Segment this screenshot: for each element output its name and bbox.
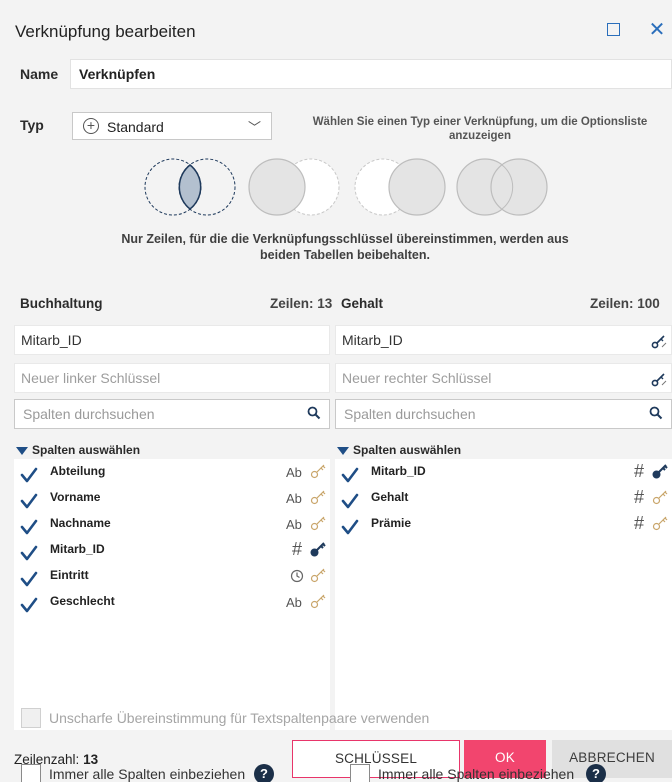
checkmark-icon[interactable]: [20, 571, 38, 587]
name-label: Name: [20, 66, 59, 82]
key-icon[interactable]: [310, 463, 326, 479]
key-icon[interactable]: [310, 489, 326, 505]
column-name: Nachname: [50, 516, 111, 530]
join-description: Nur Zeilen, für die die Verknüpfungsschl…: [121, 232, 569, 262]
help-icon[interactable]: ?: [254, 764, 274, 782]
include-all-left-checkbox[interactable]: [21, 764, 41, 782]
checkmark-icon[interactable]: [20, 493, 38, 509]
chevron-down-icon: ﹀: [247, 120, 261, 135]
full-join-icon[interactable]: [454, 156, 550, 218]
left-search-placeholder: Spalten durchsuchen: [23, 406, 155, 422]
join-type-value: Standard: [107, 119, 164, 135]
plus-circle-icon: +: [83, 118, 99, 134]
fuzzy-match-checkbox: [21, 708, 41, 728]
column-name: Vorname: [50, 490, 101, 504]
right-key-field[interactable]: Mitarb_ID: [335, 325, 672, 355]
include-all-left-label: Immer alle Spalten einbeziehen: [49, 766, 246, 782]
left-key-field[interactable]: Mitarb_ID: [14, 325, 330, 355]
column-name: Prämie: [371, 516, 412, 530]
checkmark-icon[interactable]: [341, 493, 359, 509]
column-row[interactable]: Nachname Ab: [14, 515, 330, 541]
right-new-key-placeholder: Neuer rechter Schlüssel: [342, 370, 492, 386]
right-column-search[interactable]: Spalten durchsuchen: [335, 399, 672, 429]
column-row[interactable]: Mitarb_ID #: [14, 539, 330, 567]
text-type-icon: Ab: [286, 465, 302, 480]
include-all-right-label: Immer alle Spalten einbeziehen: [378, 766, 575, 782]
key-icon[interactable]: [310, 515, 326, 531]
join-type-hint: Wählen Sie einen Typ einer Verknüpfung, …: [312, 116, 648, 142]
right-columns-panel: Spalten auswählen Mitarb_ID # Gehalt # Prämi…: [335, 441, 672, 755]
checkmark-icon[interactable]: [20, 597, 38, 613]
name-input[interactable]: Verknüpfen: [70, 59, 672, 89]
column-row[interactable]: Gehalt #: [335, 487, 672, 515]
number-type-icon: #: [292, 539, 303, 559]
column-name: Eintritt: [50, 568, 89, 582]
right-new-key-field[interactable]: Neuer rechter Schlüssel: [335, 363, 672, 393]
column-row[interactable]: Vorname Ab: [14, 489, 330, 515]
fuzzy-match-label: Unscharfe Übereinstimmung für Textspalte…: [49, 710, 430, 726]
title-bar: Verknüpfung bearbeiten ✕: [0, 0, 672, 58]
remove-key-icon[interactable]: [651, 371, 667, 387]
column-name: Abteilung: [50, 464, 106, 478]
text-type-icon: Ab: [286, 595, 302, 610]
left-row-count: Zeilen: 13: [270, 296, 333, 311]
column-row[interactable]: Abteilung Ab: [14, 463, 330, 489]
dialog-title: Verknüpfung bearbeiten: [15, 22, 196, 41]
right-join-icon[interactable]: [352, 156, 448, 218]
column-row[interactable]: Prämie #: [335, 513, 672, 541]
column-row[interactable]: Eintritt: [14, 567, 330, 593]
number-type-icon: #: [634, 487, 645, 507]
collapse-triangle-icon: [337, 446, 349, 455]
left-select-columns-label: Spalten auswählen: [32, 443, 141, 457]
text-type-icon: Ab: [286, 517, 302, 532]
maximize-button[interactable]: [603, 19, 625, 41]
column-row[interactable]: Mitarb_ID #: [335, 461, 672, 489]
column-row[interactable]: Geschlecht Ab: [14, 593, 330, 619]
right-select-columns-toggle[interactable]: Spalten auswählen: [335, 443, 461, 457]
key-active-icon[interactable]: [652, 463, 668, 479]
right-select-columns-label: Spalten auswählen: [353, 443, 462, 457]
right-key-value: Mitarb_ID: [342, 332, 403, 348]
column-name: Mitarb_ID: [50, 542, 105, 556]
left-columns-panel: Spalten auswählen Abteilung Ab Vorname Ab Na…: [14, 441, 330, 755]
maximize-icon: [607, 23, 620, 36]
right-row-count: Zeilen: 100: [590, 296, 660, 311]
search-icon: [307, 406, 321, 420]
type-label: Typ: [20, 117, 44, 133]
text-type-icon: Ab: [286, 491, 302, 506]
join-type-select[interactable]: + Standard ﹀: [72, 112, 272, 140]
checkmark-icon[interactable]: [341, 519, 359, 535]
right-table-name: Gehalt: [341, 296, 384, 311]
checkmark-icon[interactable]: [20, 467, 38, 483]
left-select-columns-toggle[interactable]: Spalten auswählen: [14, 443, 140, 457]
collapse-triangle-icon: [16, 446, 28, 455]
column-name: Geschlecht: [50, 594, 115, 608]
checkmark-icon[interactable]: [341, 467, 359, 483]
key-icon[interactable]: [652, 515, 668, 531]
remove-key-icon[interactable]: [651, 333, 667, 349]
key-icon[interactable]: [310, 593, 326, 609]
left-new-key-field[interactable]: Neuer linker Schlüssel: [14, 363, 330, 393]
clock-icon: [290, 569, 304, 583]
number-type-icon: #: [634, 461, 645, 481]
left-table-name: Buchhaltung: [20, 296, 103, 311]
checkmark-icon[interactable]: [20, 519, 38, 535]
search-icon: [649, 406, 663, 420]
column-name: Gehalt: [371, 490, 409, 504]
checkmark-icon[interactable]: [20, 545, 38, 561]
include-all-right-checkbox[interactable]: [350, 764, 370, 782]
key-icon[interactable]: [310, 567, 326, 583]
left-join-icon[interactable]: [246, 156, 342, 218]
close-button[interactable]: ✕: [646, 19, 668, 41]
row-count-value: 13: [83, 752, 99, 767]
left-column-search[interactable]: Spalten durchsuchen: [14, 399, 330, 429]
help-icon[interactable]: ?: [586, 764, 606, 782]
key-active-icon[interactable]: [310, 541, 326, 557]
number-type-icon: #: [634, 513, 645, 533]
close-icon: ✕: [648, 19, 666, 41]
key-icon[interactable]: [652, 489, 668, 505]
column-name: Mitarb_ID: [371, 464, 426, 478]
inner-join-icon[interactable]: [142, 156, 238, 218]
right-search-placeholder: Spalten durchsuchen: [344, 406, 476, 422]
